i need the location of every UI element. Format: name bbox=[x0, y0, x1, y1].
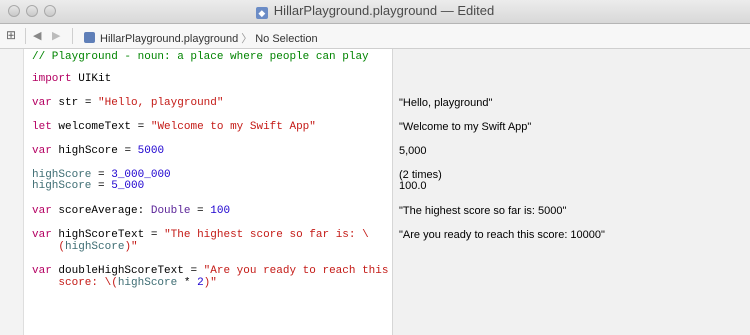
result-value[interactable]: "Hello, playground" bbox=[399, 97, 492, 110]
code-line: var highScore = 5000 bbox=[32, 145, 165, 157]
code-line: let welcomeText = "Welcome to my Swift A… bbox=[32, 121, 316, 133]
window-title: ◆ HillarPlayground.playground — Edited bbox=[0, 3, 750, 19]
code-line: highScore = 5_000 bbox=[32, 180, 145, 192]
result-value[interactable]: "Welcome to my Swift App" bbox=[399, 121, 531, 134]
code-editor[interactable]: // Playground - noun: a place where peop… bbox=[24, 49, 392, 335]
breadcrumb-selection[interactable]: No Selection bbox=[255, 33, 317, 45]
divider bbox=[72, 28, 73, 44]
code-line: import UIKit bbox=[32, 73, 112, 85]
code-line: var str = "Hello, playground" bbox=[32, 97, 224, 109]
code-line: score: \(highScore * 2)" bbox=[58, 277, 217, 289]
forward-arrow-icon[interactable]: ▶ bbox=[52, 29, 60, 42]
playground-file-icon bbox=[84, 32, 95, 43]
code-line: var scoreAverage: Double = 100 bbox=[32, 205, 231, 217]
result-value[interactable]: "The highest score so far is: 5000" bbox=[399, 205, 566, 218]
related-items-grid-icon[interactable]: ⊞ bbox=[6, 28, 16, 42]
breadcrumb: HillarPlayground.playground 〉 No Selection bbox=[84, 30, 318, 46]
chevron-right-icon: 〉 bbox=[241, 33, 253, 45]
results-sidebar: "Hello, playground" "Welcome to my Swift… bbox=[392, 49, 750, 335]
title-bar: ◆ HillarPlayground.playground — Edited bbox=[0, 0, 750, 24]
result-value[interactable]: 5,000 bbox=[399, 145, 427, 158]
back-arrow-icon[interactable]: ◀ bbox=[33, 29, 41, 42]
result-value[interactable]: 100.0 bbox=[399, 180, 427, 193]
playground-file-icon: ◆ bbox=[255, 7, 268, 19]
breadcrumb-file[interactable]: HillarPlayground.playground bbox=[100, 33, 238, 45]
result-value[interactable]: "Are you ready to reach this score: 1000… bbox=[399, 229, 605, 242]
code-line: (highScore)" bbox=[58, 241, 138, 253]
divider bbox=[25, 28, 26, 44]
editor-gutter bbox=[0, 49, 24, 335]
jump-bar: ⊞ ◀ ▶ HillarPlayground.playground 〉 No Sel… bbox=[0, 24, 750, 49]
code-line: // Playground - noun: a place where peop… bbox=[32, 51, 369, 63]
